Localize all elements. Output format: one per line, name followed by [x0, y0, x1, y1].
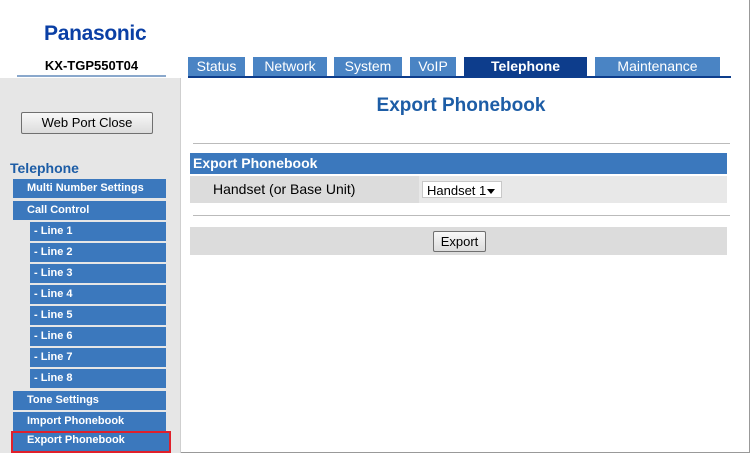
chevron-down-icon	[487, 189, 495, 194]
sidebar-item-line-7[interactable]: - Line 7	[30, 348, 166, 367]
tab-network[interactable]: Network	[253, 57, 327, 76]
tab-voip[interactable]: VoIP	[410, 57, 456, 76]
handset-label: Handset (or Base Unit)	[213, 181, 356, 197]
sidebar-item-tone-settings[interactable]: Tone Settings	[13, 391, 166, 410]
sidebar-item-call-control[interactable]: Call Control	[13, 201, 166, 220]
main-tabs: Status Network System VoIP Telephone Mai…	[188, 57, 731, 76]
web-port-close-button[interactable]: Web Port Close	[21, 112, 153, 134]
sidebar: Web Port Close Telephone Multi Number Se…	[0, 78, 181, 453]
sidebar-item-multi-number-settings[interactable]: Multi Number Settings	[13, 179, 166, 198]
tab-maintenance[interactable]: Maintenance	[595, 57, 720, 76]
divider	[193, 215, 730, 216]
handset-select[interactable]: Handset 1	[422, 181, 502, 198]
page-title: Export Phonebook	[376, 95, 546, 116]
sidebar-item-line-1[interactable]: - Line 1	[30, 222, 166, 241]
sidebar-item-line-3[interactable]: - Line 3	[30, 264, 166, 283]
sidebar-section-title: Telephone	[10, 160, 79, 176]
sidebar-item-import-phonebook[interactable]: Import Phonebook	[13, 412, 166, 431]
tab-status[interactable]: Status	[188, 57, 245, 76]
tabs-underline	[188, 76, 731, 78]
handset-row: Handset (or Base Unit) Handset 1	[190, 176, 727, 203]
sidebar-item-line-6[interactable]: - Line 6	[30, 327, 166, 346]
sidebar-item-line-4[interactable]: - Line 4	[30, 285, 166, 304]
export-button[interactable]: Export	[433, 231, 486, 252]
divider	[193, 143, 730, 144]
panasonic-logo: Panasonic	[44, 22, 147, 45]
sidebar-item-line-5[interactable]: - Line 5	[30, 306, 166, 325]
tab-telephone[interactable]: Telephone	[464, 57, 587, 76]
export-bar: Export	[190, 227, 727, 255]
sidebar-item-line-2[interactable]: - Line 2	[30, 243, 166, 262]
tab-system[interactable]: System	[334, 57, 402, 76]
model-name: KX-TGP550T04	[17, 57, 166, 77]
sidebar-item-line-8[interactable]: - Line 8	[30, 369, 166, 388]
sidebar-item-export-phonebook[interactable]: Export Phonebook	[11, 431, 171, 453]
handset-select-value: Handset 1	[427, 183, 487, 198]
section-header: Export Phonebook	[190, 153, 727, 174]
